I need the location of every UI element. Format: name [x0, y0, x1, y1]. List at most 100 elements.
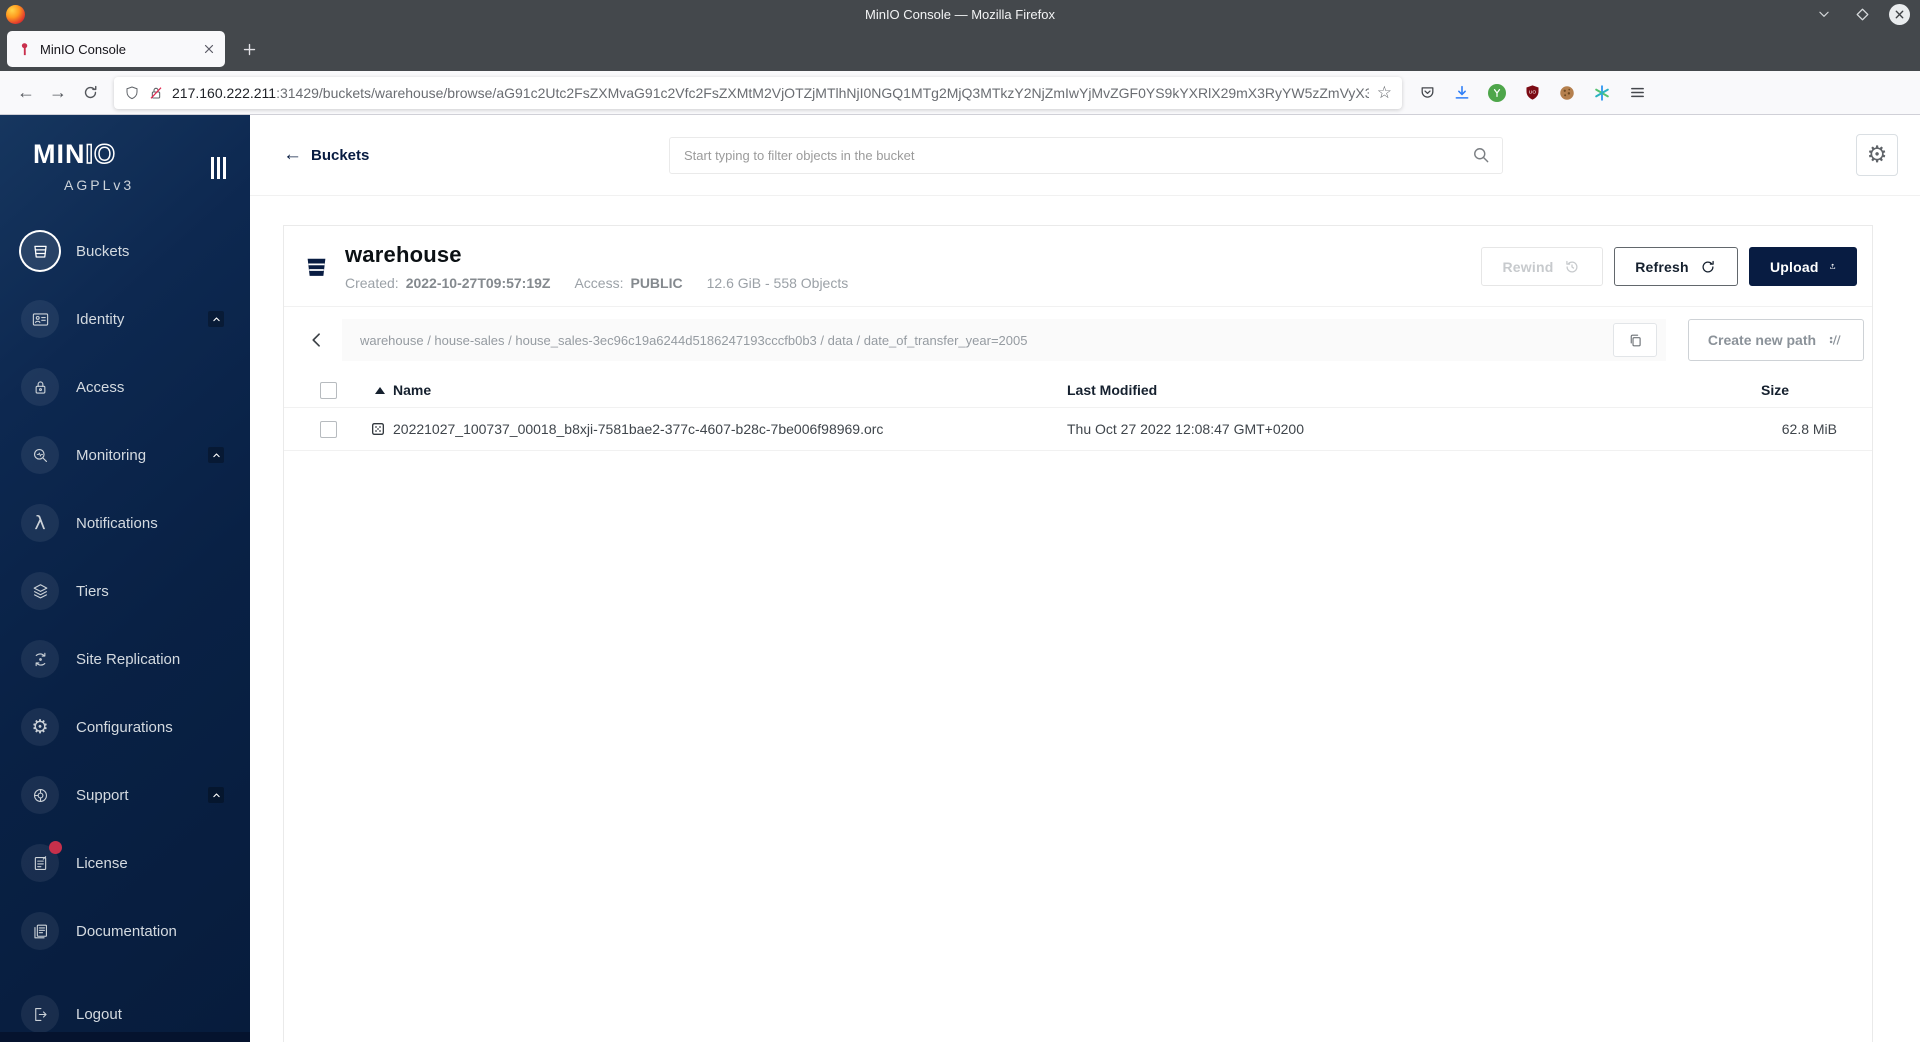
chevron-up-icon[interactable]: [208, 447, 224, 463]
filter-objects-input[interactable]: [669, 137, 1503, 174]
sidebar-item-label: Buckets: [76, 243, 129, 260]
breadcrumb-row: warehouse / house-sales / house_sales-3e…: [284, 307, 1872, 373]
sidebar: MINIO AGPLv3 Buckets Identity: [0, 115, 250, 1042]
sidebar-item-label: Documentation: [76, 923, 177, 940]
gear-icon: ⚙: [1867, 144, 1888, 167]
create-new-path-button[interactable]: Create new path: [1688, 319, 1864, 361]
reload-icon[interactable]: [74, 77, 106, 109]
license-doc-icon: [21, 844, 59, 882]
sidebar-item-configurations[interactable]: ⚙ Configurations: [0, 693, 250, 761]
extension-green-icon[interactable]: [1486, 82, 1508, 104]
sidebar-item-label: Tiers: [76, 583, 109, 600]
forward-icon[interactable]: →: [42, 77, 74, 109]
browser-toolbar: ← → 217.160.222.211:31429/buckets/wareho…: [0, 71, 1920, 115]
sidebar-item-notifications[interactable]: λ Notifications: [0, 489, 250, 557]
sidebar-item-label: Configurations: [76, 719, 173, 736]
back-to-buckets-link[interactable]: ← Buckets: [283, 144, 369, 166]
license-alert-badge: [49, 841, 62, 854]
object-size: 62.8 MiB: [1667, 421, 1837, 437]
object-name[interactable]: 20221027_100737_00018_b8xji-7581bae2-377…: [393, 421, 883, 437]
gear-icon: ⚙: [21, 708, 59, 746]
bookmark-star-icon[interactable]: ☆: [1377, 83, 1392, 103]
upload-button[interactable]: Upload: [1749, 247, 1857, 286]
back-icon[interactable]: ←: [10, 77, 42, 109]
documentation-icon: [21, 912, 59, 950]
object-last-modified: Thu Oct 27 2022 12:08:47 GMT+0200: [1067, 421, 1667, 437]
tab-minio-console[interactable]: MinIO Console: [7, 31, 225, 67]
sidebar-item-monitoring[interactable]: Monitoring: [0, 421, 250, 489]
monitoring-search-icon: [21, 436, 59, 474]
cookie-icon[interactable]: [1556, 82, 1578, 104]
sidebar-item-label: Identity: [76, 311, 124, 328]
window-close-icon[interactable]: [1889, 4, 1910, 25]
sort-ascending-icon[interactable]: [375, 387, 385, 394]
pocket-icon[interactable]: [1416, 82, 1438, 104]
refresh-icon: [1699, 258, 1717, 276]
new-tab-button[interactable]: [231, 31, 267, 67]
sidebar-item-support[interactable]: Support: [0, 761, 250, 829]
chevron-up-icon[interactable]: [208, 787, 224, 803]
ublock-shield-icon[interactable]: UO: [1521, 82, 1543, 104]
sidebar-item-identity[interactable]: Identity: [0, 285, 250, 353]
sidebar-collapse-icon[interactable]: [211, 157, 226, 179]
download-icon[interactable]: [1451, 82, 1473, 104]
tab-bar: MinIO Console: [0, 28, 1920, 71]
search-icon: [1471, 145, 1491, 170]
sidebar-item-label: License: [76, 855, 128, 872]
chevron-up-icon[interactable]: [208, 311, 224, 327]
rewind-button[interactable]: Rewind: [1481, 247, 1603, 286]
breadcrumb-bar: warehouse / house-sales / house_sales-3e…: [342, 319, 1666, 361]
column-header-size[interactable]: Size: [1667, 382, 1837, 398]
extension-snowflake-icon[interactable]: [1591, 82, 1613, 104]
back-arrow-icon: ←: [283, 144, 302, 166]
sidebar-item-documentation[interactable]: Documentation: [0, 897, 250, 965]
sidebar-item-buckets[interactable]: Buckets: [0, 217, 250, 285]
bucket-browser-card: warehouse Created:2022-10-27T09:57:19Z A…: [283, 225, 1873, 1042]
bucket-icon: [304, 254, 329, 279]
tab-title: MinIO Console: [40, 42, 203, 57]
chevron-left-icon[interactable]: [304, 330, 330, 350]
id-card-icon: [21, 300, 59, 338]
menu-hamburger-icon[interactable]: [1626, 82, 1648, 104]
copy-icon: [1627, 332, 1644, 349]
license-tag: AGPLv3: [64, 177, 250, 193]
url-bar[interactable]: 217.160.222.211:31429/buckets/warehouse/…: [114, 77, 1402, 109]
page-title: Buckets: [311, 147, 369, 164]
logout-icon: [21, 995, 59, 1033]
support-icon: [21, 776, 59, 814]
sidebar-item-logout[interactable]: Logout: [0, 980, 250, 1048]
table-header: Name Last Modified Size: [284, 373, 1872, 408]
sidebar-item-label: Logout: [76, 1006, 122, 1023]
rewind-icon: [1563, 258, 1581, 276]
window-minimize-icon[interactable]: [1813, 3, 1835, 25]
svg-text:UO: UO: [1528, 90, 1536, 96]
breadcrumb[interactable]: warehouse / house-sales / house_sales-3e…: [360, 333, 1613, 348]
sidebar-item-label: Access: [76, 379, 124, 396]
sidebar-item-site-replication[interactable]: Site Replication: [0, 625, 250, 693]
select-all-checkbox[interactable]: [320, 382, 337, 399]
bucket-icon: [21, 232, 59, 270]
refresh-button[interactable]: Refresh: [1614, 247, 1738, 286]
sidebar-item-tiers[interactable]: Tiers: [0, 557, 250, 625]
tab-close-icon[interactable]: [203, 43, 215, 55]
sidebar-item-access[interactable]: Access: [0, 353, 250, 421]
copy-path-button[interactable]: [1613, 323, 1657, 357]
table-row[interactable]: 20221027_100737_00018_b8xji-7581bae2-377…: [284, 408, 1872, 451]
tracking-shield-icon[interactable]: [124, 85, 140, 101]
insecure-lock-icon[interactable]: [148, 85, 164, 101]
column-header-last-modified[interactable]: Last Modified: [1067, 382, 1667, 398]
column-header-name[interactable]: Name: [393, 382, 431, 398]
sync-arrows-icon: [21, 640, 59, 678]
sidebar-item-license[interactable]: License: [0, 829, 250, 897]
sidebar-item-label: Notifications: [76, 515, 158, 532]
row-checkbox[interactable]: [320, 421, 337, 438]
settings-gear-button[interactable]: ⚙: [1856, 134, 1898, 176]
bucket-access-value: PUBLIC: [630, 275, 682, 291]
new-path-icon: [1826, 331, 1844, 349]
window-maximize-icon[interactable]: [1851, 3, 1873, 25]
window-titlebar: MinIO Console — Mozilla Firefox: [0, 0, 1920, 28]
lambda-icon: λ: [21, 504, 59, 542]
upload-icon: [1829, 258, 1836, 275]
sidebar-item-label: Monitoring: [76, 447, 146, 464]
sidebar-item-label: Site Replication: [76, 651, 180, 668]
